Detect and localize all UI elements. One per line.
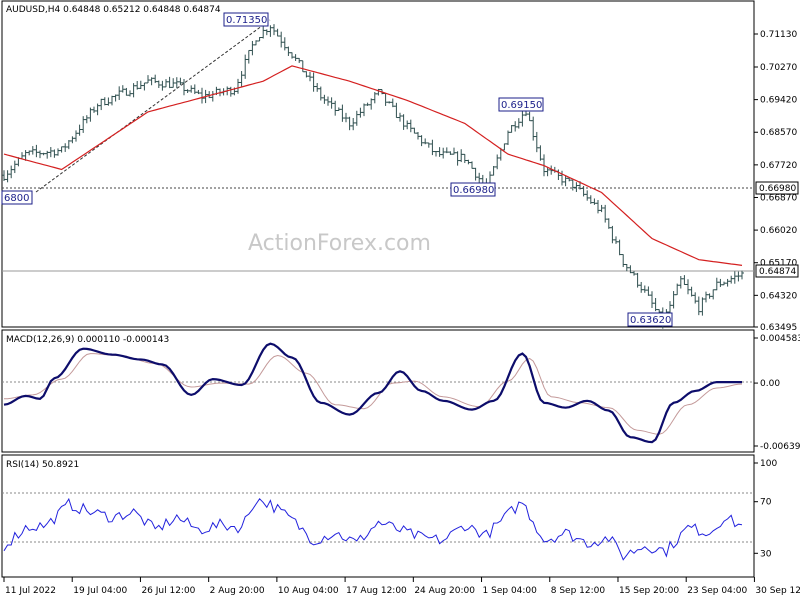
time-tick-label: 24 Aug 20:00 bbox=[414, 586, 475, 596]
time-tick-label: 19 Jul 04:00 bbox=[73, 586, 127, 596]
time-tick-label: 15 Sep 20:00 bbox=[619, 586, 679, 596]
time-tick-label: 8 Sep 12:00 bbox=[551, 586, 606, 596]
time-tick-label: 26 Jul 12:00 bbox=[141, 586, 195, 596]
price-tick-label: 0.68570 bbox=[760, 128, 797, 138]
rsi-tick-label: 70 bbox=[760, 498, 772, 508]
time-axis: 11 Jul 2022 19 Jul 04:00 26 Jul 12:00 2 Aug… bbox=[3, 577, 800, 596]
macd-panel-frame bbox=[1, 329, 755, 453]
callout-high: 0.71350 bbox=[223, 12, 269, 27]
callout-level-label: 0.66980 bbox=[453, 185, 494, 196]
callout-sep-high: 0.69150 bbox=[498, 97, 544, 112]
rsi-panel-header: RSI(14) 50.8921 bbox=[6, 460, 79, 470]
callout-sep-high-label: 0.69150 bbox=[501, 100, 542, 111]
price-panel-header: AUDUSD,H4 0.64848 0.65212 0.64848 0.6487… bbox=[6, 5, 221, 15]
price-tick-label: 0.70270 bbox=[760, 63, 797, 73]
time-tick-label: 10 Aug 04:00 bbox=[278, 586, 339, 596]
current-price-tag-label: 0.64874 bbox=[759, 267, 796, 277]
macd-axis: 0.004583 0.00 -0.006397 bbox=[754, 334, 800, 452]
callout-start: 6800 bbox=[1, 190, 33, 205]
macd-tick-label: 0.00 bbox=[760, 379, 780, 389]
time-tick-label: 30 Sep 12:00 bbox=[755, 586, 800, 596]
price-tick-label: 0.67720 bbox=[760, 161, 797, 171]
time-tick-label: 11 Jul 2022 bbox=[5, 586, 56, 596]
price-tick-label: 0.64320 bbox=[760, 291, 797, 301]
watermark: ActionForex.com bbox=[248, 231, 431, 256]
time-tick-label: 23 Sep 04:00 bbox=[687, 586, 747, 596]
price-tick-label: 0.66870 bbox=[760, 193, 797, 203]
chart-canvas: ActionForex.com AUDUSD,H4 0.64848 0.6521… bbox=[1, 0, 800, 596]
callout-level: 0.66980 bbox=[450, 182, 496, 197]
price-tick-label: 0.66020 bbox=[760, 226, 797, 236]
time-tick-label: 17 Aug 12:00 bbox=[346, 586, 407, 596]
rsi-axis: 100 70 30 bbox=[754, 459, 777, 559]
macd-tick-label: 0.004583 bbox=[760, 334, 800, 344]
price-tick-label: 0.69420 bbox=[760, 96, 797, 106]
level-price-tag: 0.66980 bbox=[755, 181, 799, 195]
macd-panel-header: MACD(12,26,9) 0.000110 -0.000143 bbox=[6, 335, 169, 345]
price-tick-label: 0.71130 bbox=[760, 30, 797, 40]
current-price-tag: 0.64874 bbox=[755, 264, 799, 278]
price-tick-label: 0.63495 bbox=[760, 323, 797, 333]
price-panel-frame bbox=[1, 0, 755, 328]
callout-high-label: 0.71350 bbox=[226, 15, 267, 26]
level-price-tag-label: 0.66980 bbox=[759, 184, 796, 194]
rsi-tick-label: 100 bbox=[760, 459, 777, 469]
macd-tick-label: -0.006397 bbox=[760, 442, 800, 452]
callout-low: 0.63620 bbox=[627, 312, 673, 327]
time-tick-label: 1 Sep 04:00 bbox=[483, 586, 538, 596]
rsi-tick-label: 30 bbox=[760, 549, 772, 559]
callout-start-label: 6800 bbox=[4, 193, 29, 204]
callout-low-label: 0.63620 bbox=[630, 315, 671, 326]
time-tick-label: 2 Aug 20:00 bbox=[210, 586, 265, 596]
